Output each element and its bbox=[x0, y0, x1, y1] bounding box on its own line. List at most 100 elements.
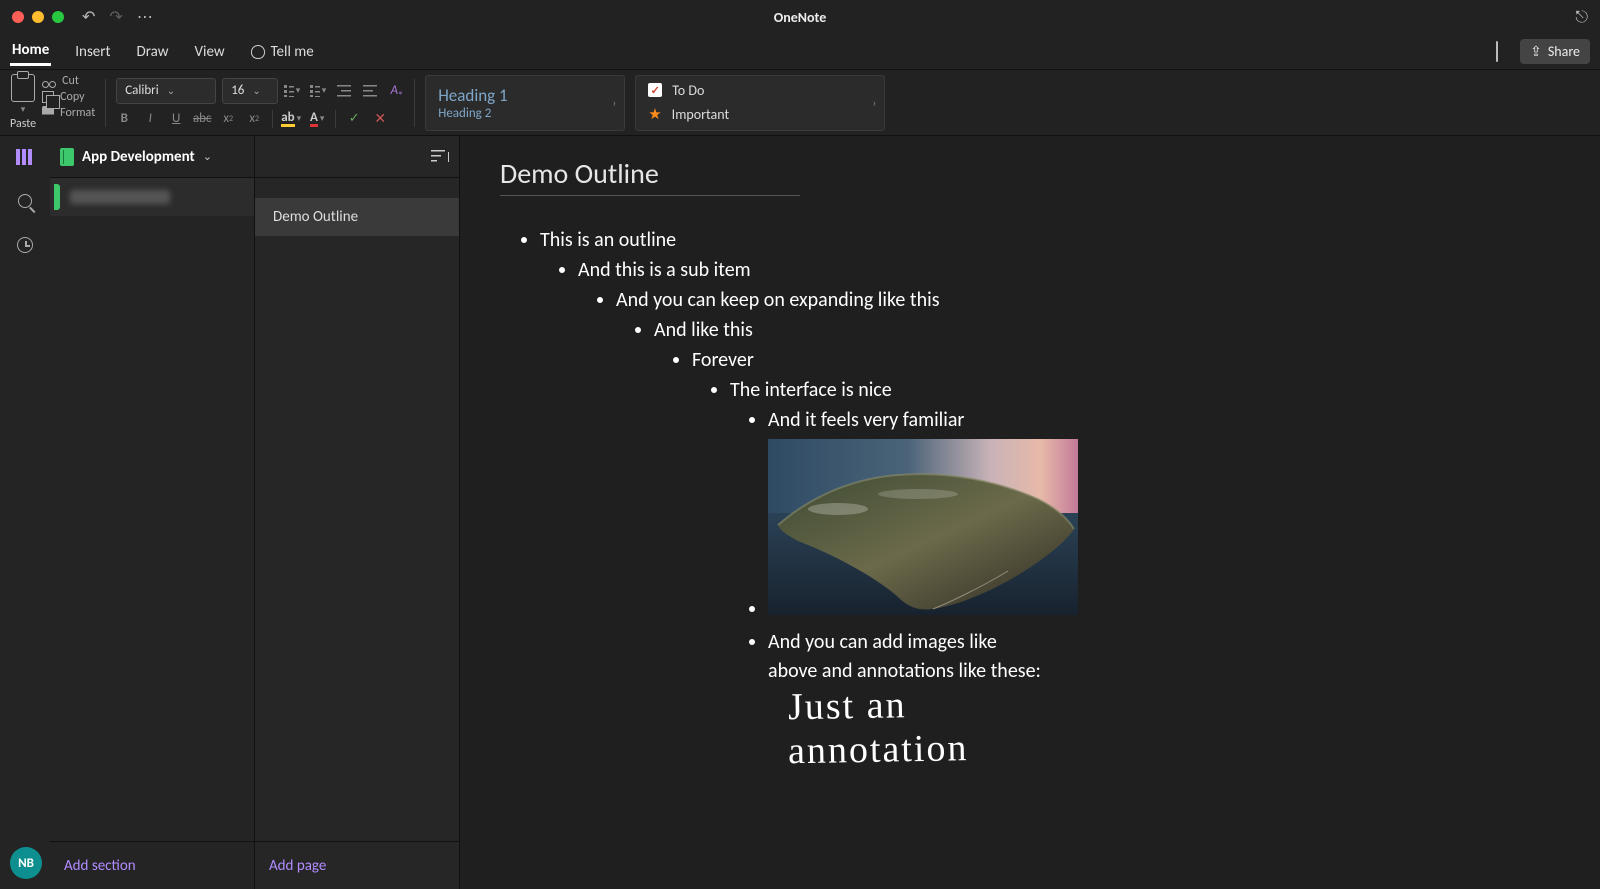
font-name-value: Calibri bbox=[125, 83, 158, 98]
more-button[interactable]: ⋯ bbox=[137, 7, 153, 27]
search-icon bbox=[18, 194, 32, 208]
numbered-list-button[interactable]: ▾ bbox=[310, 83, 326, 99]
font-size-combo[interactable]: 16⌄ bbox=[222, 78, 278, 104]
window-minimize-button[interactable] bbox=[32, 11, 44, 23]
font-name-combo[interactable]: Calibri ⌄ bbox=[116, 78, 216, 104]
strikethrough-button[interactable]: abc bbox=[194, 111, 210, 127]
tab-view[interactable]: View bbox=[193, 39, 227, 65]
decrease-indent-button[interactable] bbox=[336, 83, 352, 99]
tags-gallery[interactable]: ✓ To Do ★ Important › bbox=[635, 75, 885, 131]
menu-bar: Home Insert Draw View Tell me ⇪ Share bbox=[0, 34, 1600, 70]
outline-item[interactable]: The interface is nice And it feels very … bbox=[730, 376, 1560, 768]
left-rail bbox=[0, 136, 50, 889]
outline-item[interactable]: And you can add images like above and an… bbox=[768, 628, 1048, 768]
paste-button[interactable]: ▾ Paste bbox=[10, 74, 36, 131]
scissors-icon bbox=[42, 74, 56, 88]
undo-button[interactable]: ↶ bbox=[82, 7, 95, 27]
add-section-button[interactable]: Add section bbox=[50, 841, 254, 889]
cut-button[interactable]: Cut bbox=[42, 74, 95, 88]
redo-button[interactable]: ↷ bbox=[109, 7, 122, 27]
tag-todo[interactable]: ✓ To Do bbox=[648, 82, 872, 99]
style-heading2[interactable]: Heading 2 bbox=[438, 106, 612, 121]
italic-button[interactable]: I bbox=[142, 111, 158, 127]
outline-item[interactable]: And like this Forever The interface is n… bbox=[654, 316, 1560, 768]
tag-important[interactable]: ★ Important bbox=[648, 105, 872, 124]
outline-item-image[interactable] bbox=[768, 439, 1560, 624]
font-color-button[interactable]: A▾ bbox=[309, 111, 325, 127]
paste-label: Paste bbox=[10, 117, 36, 131]
tag-important-label: Important bbox=[672, 106, 729, 123]
window-maximize-button[interactable] bbox=[52, 11, 64, 23]
tab-insert[interactable]: Insert bbox=[73, 39, 112, 65]
copy-label: Copy bbox=[60, 90, 84, 104]
section-name-redacted bbox=[70, 190, 170, 204]
outline-item[interactable]: And you can keep on expanding like this … bbox=[616, 286, 1560, 768]
increase-indent-button[interactable] bbox=[362, 83, 378, 99]
window-close-button[interactable] bbox=[12, 11, 24, 23]
page-title[interactable]: Demo Outline bbox=[500, 156, 800, 196]
ink-annotation[interactable]: annotation bbox=[788, 728, 1049, 771]
clear-formatting-button[interactable]: Aᵩ bbox=[388, 83, 404, 99]
cut-label: Cut bbox=[62, 74, 79, 88]
copy-button[interactable]: Copy bbox=[42, 90, 95, 104]
share-button[interactable]: ⇪ Share bbox=[1520, 39, 1590, 64]
tag-todo-label: To Do bbox=[672, 82, 704, 99]
notebook-name: App Development bbox=[82, 148, 195, 166]
highlight-color-button[interactable]: ab▾ bbox=[283, 111, 299, 127]
avatar-initials: NB bbox=[18, 856, 34, 871]
outline-text: The interface is nice bbox=[730, 378, 892, 402]
outline-item[interactable]: And it feels very familiar bbox=[768, 406, 1560, 435]
chevron-down-icon: ⌄ bbox=[167, 84, 175, 97]
ink-text-line: annotation bbox=[788, 727, 969, 772]
delete-button[interactable]: ✕ bbox=[372, 111, 388, 127]
copy-icon bbox=[42, 91, 54, 103]
notebooks-icon bbox=[16, 149, 34, 165]
outline-text: And like this bbox=[654, 318, 753, 342]
bold-button[interactable]: B bbox=[116, 111, 132, 127]
notebooks-rail-button[interactable] bbox=[14, 146, 36, 168]
underline-button[interactable]: U bbox=[168, 111, 184, 127]
page-list: Demo Outline Add page bbox=[255, 136, 460, 889]
outline-text: Forever bbox=[692, 348, 754, 372]
ink-text-line: Just an bbox=[788, 684, 907, 728]
outline-list[interactable]: This is an outline And this is a sub ite… bbox=[540, 226, 1560, 768]
sync-icon[interactable] bbox=[1496, 42, 1498, 61]
subscript-button[interactable]: x2 bbox=[220, 111, 236, 127]
add-page-button[interactable]: Add page bbox=[255, 841, 459, 889]
page-list-item-active[interactable]: Demo Outline bbox=[255, 198, 459, 236]
styles-gallery[interactable]: Heading 1 Heading 2 › bbox=[425, 75, 625, 131]
outline-text: And you can keep on expanding like this bbox=[616, 288, 940, 312]
add-page-label: Add page bbox=[269, 857, 326, 875]
chevron-down-icon: ⌄ bbox=[203, 150, 212, 163]
tell-me-search[interactable]: Tell me bbox=[249, 39, 316, 65]
clock-icon bbox=[17, 237, 33, 253]
font-size-value: 16 bbox=[231, 83, 244, 98]
style-heading1[interactable]: Heading 1 bbox=[438, 85, 612, 106]
tab-draw[interactable]: Draw bbox=[135, 39, 171, 65]
check-button[interactable]: ✓ bbox=[346, 111, 362, 127]
page-list-item-label: Demo Outline bbox=[273, 208, 358, 226]
styles-more-icon[interactable]: › bbox=[612, 96, 616, 109]
sort-pages-button[interactable] bbox=[431, 150, 447, 164]
outline-item[interactable]: This is an outline And this is a sub ite… bbox=[540, 226, 1560, 768]
superscript-button[interactable]: x2 bbox=[246, 111, 262, 127]
search-rail-button[interactable] bbox=[14, 190, 36, 212]
recent-rail-button[interactable] bbox=[14, 234, 36, 256]
outline-item[interactable]: Forever The interface is nice And it fee… bbox=[692, 346, 1560, 768]
outline-item[interactable]: And this is a sub item And you can keep … bbox=[578, 256, 1560, 768]
notebook-picker[interactable]: App Development ⌄ bbox=[50, 136, 254, 178]
page-list-item[interactable] bbox=[255, 236, 459, 256]
section-color-tab bbox=[54, 184, 60, 210]
note-canvas[interactable]: Demo Outline This is an outline And this… bbox=[460, 136, 1600, 889]
account-avatar[interactable]: NB bbox=[10, 847, 42, 879]
tab-home[interactable]: Home bbox=[10, 37, 51, 66]
app-title: OneNote bbox=[0, 9, 1600, 26]
window-titlebar: ↶ ↷ ⋯ OneNote ⎋ bbox=[0, 0, 1600, 34]
tags-more-icon[interactable]: › bbox=[872, 96, 876, 109]
bullet-list-button[interactable]: ▾ bbox=[284, 83, 300, 99]
page-list-item[interactable] bbox=[255, 178, 459, 198]
open-in-app-icon[interactable]: ⎋ bbox=[1575, 8, 1588, 27]
section-item[interactable] bbox=[50, 178, 254, 216]
ink-annotation[interactable]: Just an bbox=[788, 684, 1049, 727]
embedded-image[interactable] bbox=[768, 439, 1078, 615]
